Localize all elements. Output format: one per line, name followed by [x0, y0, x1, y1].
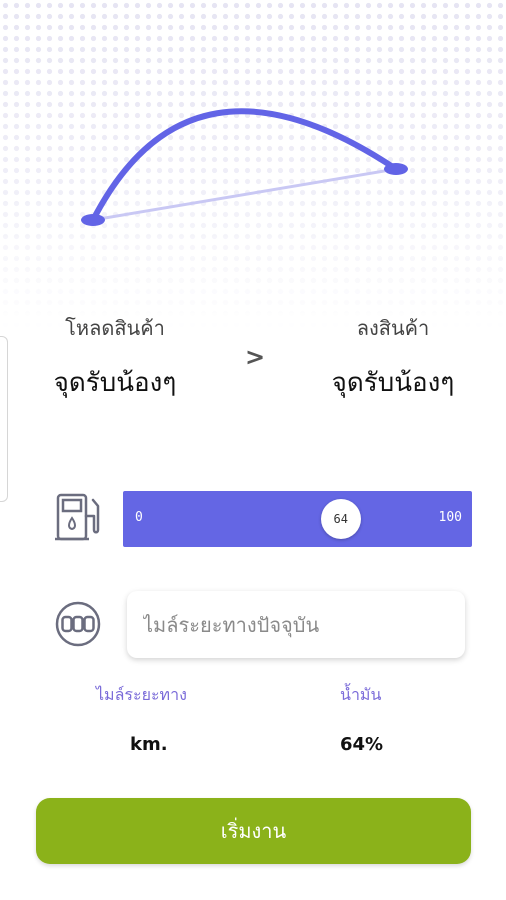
load-stop: โหลดสินค้า จุดรับน้องๆ — [40, 312, 190, 403]
load-point-name: จุดรับน้องๆ — [53, 368, 177, 398]
unload-stop: ลงสินค้า จุดรับน้องๆ — [318, 312, 468, 403]
fuel-label: น้ำมัน — [340, 685, 382, 704]
fuel-level-slider[interactable]: 0 64 100 — [123, 491, 472, 547]
chevron-right-icon: > — [244, 343, 266, 371]
route-start-marker — [81, 214, 105, 226]
slider-min-label: 0 — [135, 510, 143, 525]
route-arc — [90, 108, 399, 223]
fuel-value: 64% — [340, 734, 384, 755]
odometer-input[interactable] — [127, 591, 465, 658]
slider-max-label: 100 — [438, 510, 462, 525]
load-caption: โหลดสินค้า — [65, 316, 165, 340]
odometer-icon — [55, 601, 101, 647]
slider-thumb[interactable]: 64 — [320, 499, 361, 539]
unload-caption: ลงสินค้า — [356, 316, 430, 340]
distance-value: km. — [130, 734, 168, 755]
route-end-marker — [384, 163, 408, 175]
fuel-pump-icon — [55, 493, 100, 541]
side-drawer-handle[interactable] — [0, 336, 8, 502]
distance-label: ไมล์ระยะทาง — [96, 685, 187, 704]
route-graphic — [81, 108, 408, 226]
start-job-button[interactable]: เริ่มงาน — [36, 798, 471, 864]
unload-point-name: จุดรับน้องๆ — [331, 368, 455, 398]
route-baseline — [92, 167, 397, 222]
